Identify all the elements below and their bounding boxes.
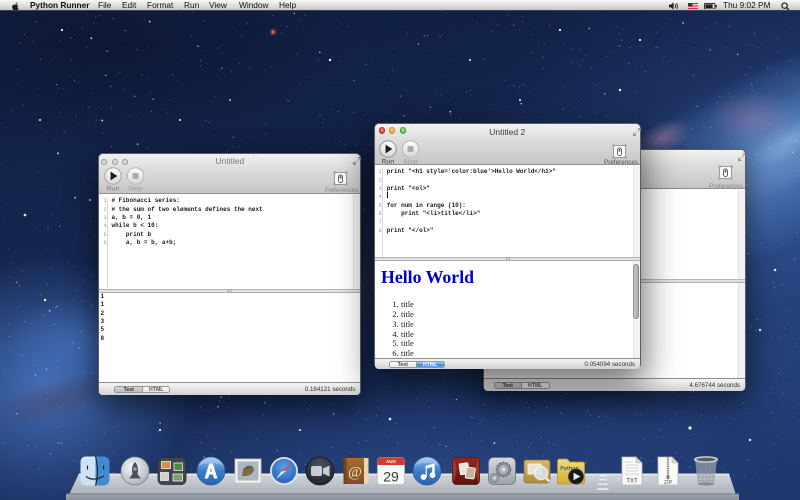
svg-text:Stop: Stop xyxy=(403,159,417,166)
svg-text:AUG: AUG xyxy=(386,459,396,464)
svg-text:Run: Run xyxy=(106,186,119,193)
svg-text:ZIP: ZIP xyxy=(664,480,673,486)
svg-text:Run: Run xyxy=(382,159,395,166)
svg-text:TXT: TXT xyxy=(626,479,638,485)
svg-text:Stop: Stop xyxy=(128,186,142,193)
svg-text:@: @ xyxy=(348,465,362,481)
svg-text:29: 29 xyxy=(383,469,399,485)
